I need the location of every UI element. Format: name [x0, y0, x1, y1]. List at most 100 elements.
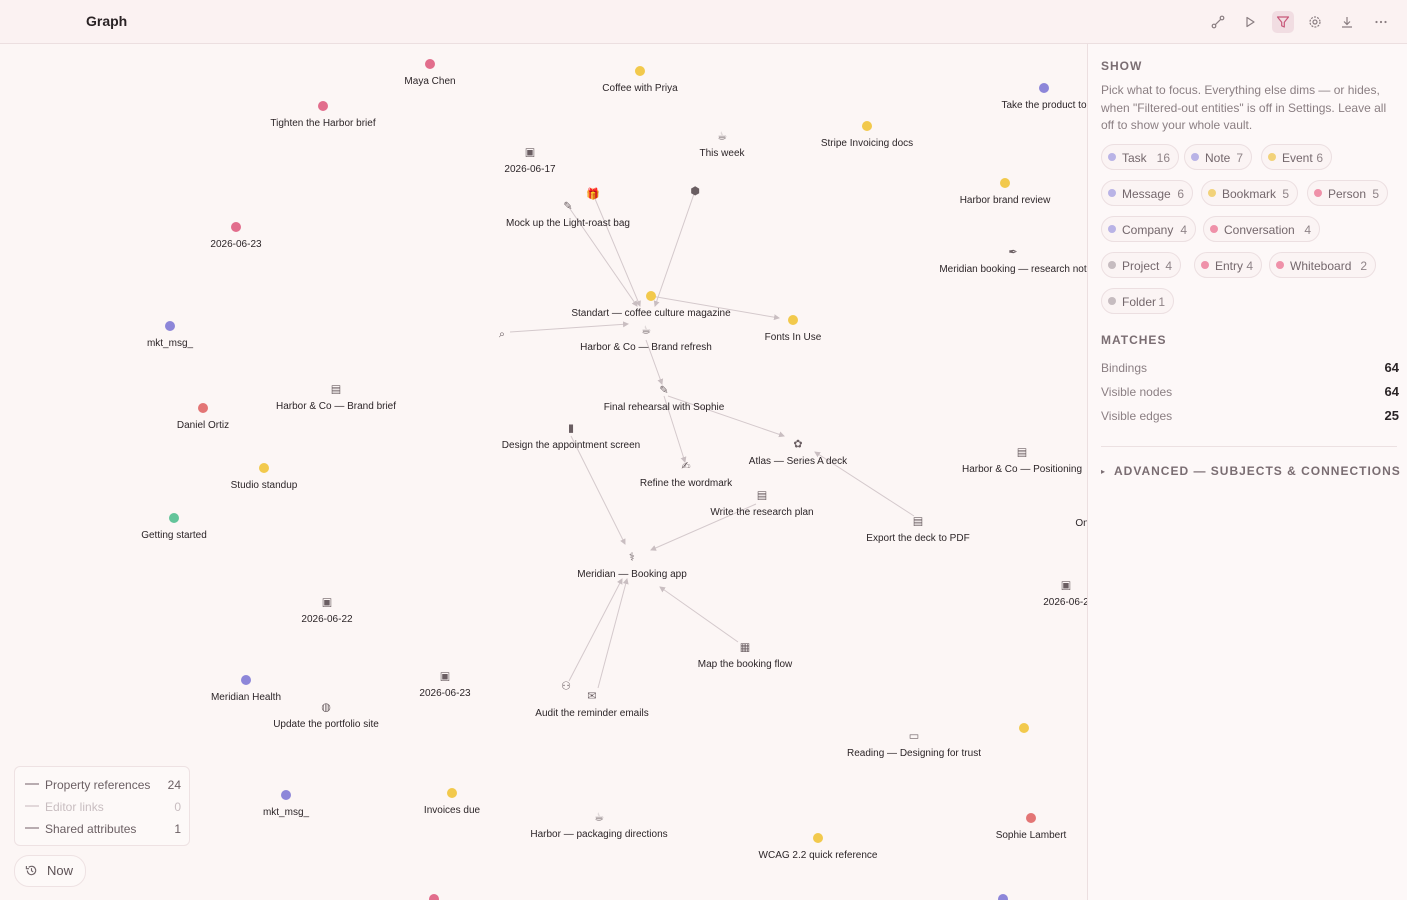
- graph-node-label[interactable]: Harbor & Co — Positioning: [962, 464, 1082, 475]
- legend-shared-attributes[interactable]: Shared attributes 1: [23, 820, 183, 838]
- graph-node-label[interactable]: Maya Chen: [404, 76, 455, 87]
- graph-node-icon[interactable]: ⌕: [499, 329, 505, 340]
- graph-node-dot[interactable]: [1039, 83, 1049, 93]
- graph-node-label[interactable]: Sophie Lambert: [996, 830, 1067, 841]
- graph-node-icon[interactable]: ✍: [681, 461, 690, 472]
- graph-node-label[interactable]: mkt_msg_: [147, 338, 193, 349]
- graph-node-label[interactable]: Map the booking flow: [698, 659, 793, 670]
- graph-node-icon[interactable]: ✎: [563, 201, 572, 212]
- chip-conversation[interactable]: Conversation 4: [1203, 216, 1320, 242]
- graph-node-label[interactable]: Reading — Designing for trust: [847, 748, 981, 759]
- chip-entry[interactable]: Entry 4: [1194, 252, 1262, 278]
- export-button[interactable]: [1336, 11, 1358, 33]
- graph-node-icon[interactable]: ▣: [1061, 580, 1071, 591]
- graph-node-label[interactable]: Fonts In Use: [765, 332, 822, 343]
- graph-node-icon[interactable]: ▭: [909, 731, 919, 742]
- connect-button[interactable]: [1207, 11, 1229, 33]
- graph-node-dot[interactable]: [165, 321, 175, 331]
- graph-node-label[interactable]: 2026-06-17: [504, 164, 555, 175]
- graph-node-icon[interactable]: ▣: [322, 597, 332, 608]
- graph-node-dot[interactable]: [429, 894, 439, 900]
- chip-message[interactable]: Message 6: [1101, 180, 1193, 206]
- graph-node-icon[interactable]: ✿: [793, 439, 802, 450]
- graph-node-label[interactable]: Mock up the Light-roast bag: [506, 218, 630, 229]
- graph-node-dot[interactable]: [281, 790, 291, 800]
- graph-node-label[interactable]: Daniel Ortiz: [177, 420, 229, 431]
- graph-node-label[interactable]: Harbor brand review: [960, 195, 1051, 206]
- graph-node-label[interactable]: Final rehearsal with Sophie: [604, 402, 725, 413]
- graph-node-icon[interactable]: ⚕: [629, 552, 635, 563]
- graph-node-dot[interactable]: [788, 315, 798, 325]
- graph-node-label[interactable]: Meridian — Booking app: [577, 569, 687, 580]
- graph-node-label[interactable]: Take the product to: [1001, 100, 1086, 111]
- graph-node-dot[interactable]: [1019, 723, 1029, 733]
- chip-project[interactable]: Project 4: [1101, 252, 1181, 278]
- graph-node-icon[interactable]: ⚇: [561, 681, 571, 692]
- graph-node-label[interactable]: Audit the reminder emails: [535, 708, 648, 719]
- filter-button[interactable]: [1272, 11, 1294, 33]
- graph-node-icon[interactable]: ▣: [525, 147, 535, 158]
- graph-node-dot[interactable]: [198, 403, 208, 413]
- graph-node-dot[interactable]: [318, 101, 328, 111]
- graph-node-icon[interactable]: ☕: [717, 131, 727, 142]
- graph-node-icon[interactable]: ✉: [587, 691, 596, 702]
- chip-task[interactable]: Task 16: [1101, 144, 1179, 170]
- graph-node-label[interactable]: 2026-06-22: [301, 614, 352, 625]
- chip-event[interactable]: Event 6: [1261, 144, 1332, 170]
- graph-node-label[interactable]: Harbor & Co — Brand brief: [276, 401, 396, 412]
- play-button[interactable]: [1239, 11, 1261, 33]
- graph-node-label[interactable]: Meridian booking — research not: [939, 264, 1086, 275]
- graph-node-icon[interactable]: ▤: [331, 384, 341, 395]
- graph-node-label[interactable]: Export the deck to PDF: [866, 533, 969, 544]
- graph-node-icon[interactable]: ▤: [757, 490, 767, 501]
- settings-button[interactable]: [1304, 11, 1326, 33]
- graph-node-label[interactable]: Stripe Invoicing docs: [821, 138, 913, 149]
- graph-node-label[interactable]: Harbor & Co — Brand refresh: [580, 342, 712, 353]
- graph-node-icon[interactable]: ▤: [1017, 447, 1027, 458]
- graph-node-label[interactable]: Refine the wordmark: [640, 478, 732, 489]
- chip-folder[interactable]: Folder 1: [1101, 288, 1174, 314]
- graph-node-dot[interactable]: [635, 66, 645, 76]
- graph-node-label[interactable]: WCAG 2.2 quick reference: [759, 850, 878, 861]
- graph-node-dot[interactable]: [447, 788, 457, 798]
- graph-node-dot[interactable]: [241, 675, 251, 685]
- graph-node-label[interactable]: This week: [699, 148, 744, 159]
- more-button[interactable]: [1370, 11, 1392, 33]
- chip-bookmark[interactable]: Bookmark 5: [1201, 180, 1298, 206]
- graph-node-dot[interactable]: [646, 291, 656, 301]
- graph-node-label[interactable]: Atlas — Series A deck: [749, 456, 847, 467]
- graph-node-label[interactable]: 2026-06-2: [1043, 597, 1087, 608]
- graph-node-icon[interactable]: 🎁: [586, 189, 600, 200]
- graph-node-dot[interactable]: [1026, 813, 1036, 823]
- graph-node-dot[interactable]: [813, 833, 823, 843]
- graph-node-label[interactable]: Getting started: [141, 530, 207, 541]
- graph-node-icon[interactable]: ☕: [594, 812, 604, 823]
- graph-node-dot[interactable]: [862, 121, 872, 131]
- graph-node-label[interactable]: Tighten the Harbor brief: [270, 118, 375, 129]
- advanced-toggle[interactable]: ▸ ADVANCED — SUBJECTS & CONNECTIONS: [1101, 464, 1401, 478]
- chip-company[interactable]: Company 4: [1101, 216, 1196, 242]
- graph-node-icon[interactable]: ⬢: [690, 186, 700, 197]
- graph-node-dot[interactable]: [1000, 178, 1010, 188]
- graph-node-label[interactable]: Meridian Health: [211, 692, 281, 703]
- graph-node-label[interactable]: Invoices due: [424, 805, 480, 816]
- graph-node-label[interactable]: Studio standup: [231, 480, 298, 491]
- now-button[interactable]: Now: [14, 855, 86, 887]
- graph-node-label[interactable]: mkt_msg_: [263, 807, 309, 818]
- chip-note[interactable]: Note 7: [1184, 144, 1252, 170]
- graph-node-label[interactable]: Write the research plan: [710, 507, 813, 518]
- graph-node-label[interactable]: 2026-06-23: [210, 239, 261, 250]
- legend-property-references[interactable]: Property references 24: [23, 776, 183, 794]
- graph-node-icon[interactable]: ☕: [641, 325, 651, 336]
- graph-node-dot[interactable]: [425, 59, 435, 69]
- graph-node-icon[interactable]: ✎: [659, 385, 668, 396]
- graph-node-icon[interactable]: ▣: [440, 671, 450, 682]
- graph-node-label[interactable]: Design the appointment screen: [502, 440, 640, 451]
- graph-node-label[interactable]: Coffee with Priya: [602, 83, 677, 94]
- chip-person[interactable]: Person 5: [1307, 180, 1388, 206]
- graph-node-dot[interactable]: [169, 513, 179, 523]
- graph-node-label[interactable]: Update the portfolio site: [273, 719, 379, 730]
- graph-node-dot[interactable]: [231, 222, 241, 232]
- graph-node-icon[interactable]: ✒: [1008, 247, 1017, 258]
- graph-node-label[interactable]: Standart — coffee culture magazine: [571, 308, 730, 319]
